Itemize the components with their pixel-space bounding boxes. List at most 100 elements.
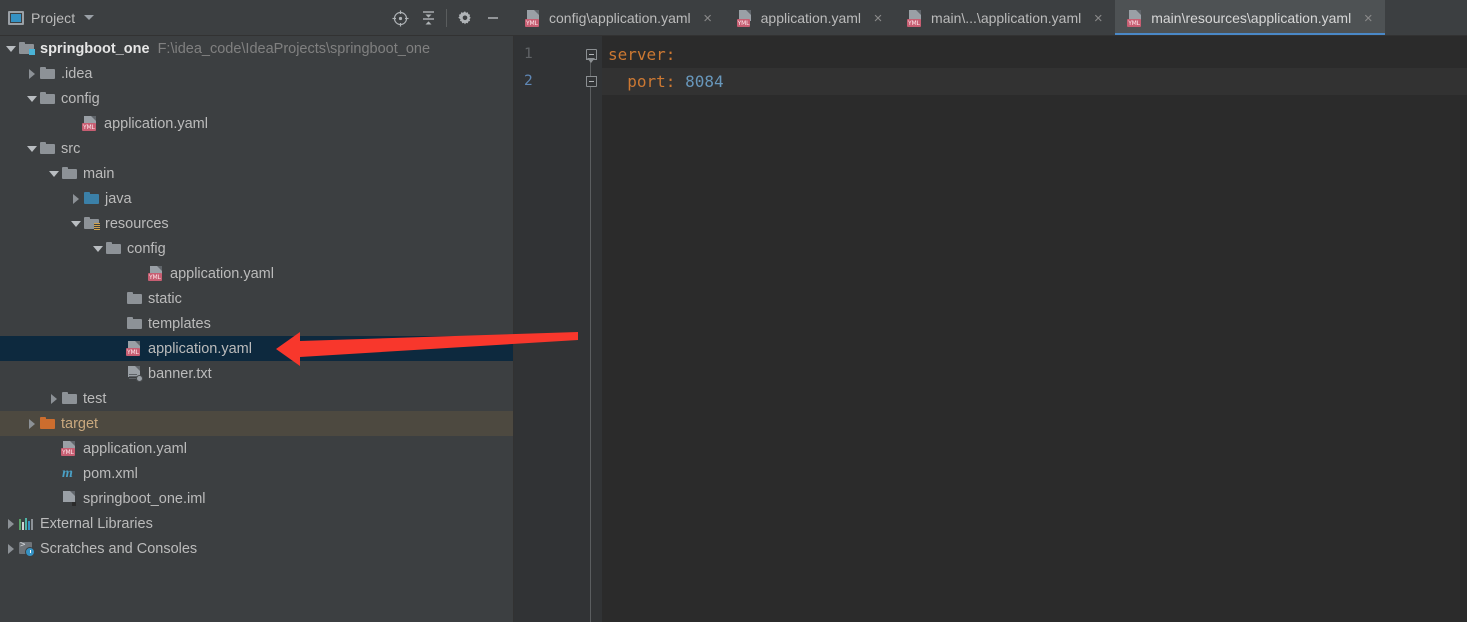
tree-node-label: banner.txt	[148, 365, 212, 382]
expand-twisty-icon[interactable]	[47, 161, 61, 186]
folder-icon	[105, 240, 123, 257]
expand-twisty-icon[interactable]	[47, 386, 61, 411]
yml-file-icon: YML	[82, 115, 100, 132]
tree-row-target[interactable]: target	[0, 411, 513, 436]
expand-twisty-icon[interactable]	[4, 36, 18, 61]
expand-twisty-icon[interactable]	[69, 211, 83, 236]
tree-row-external-libraries[interactable]: External Libraries	[0, 511, 513, 536]
close-icon[interactable]: ×	[1362, 11, 1374, 26]
project-title-group[interactable]: Project	[8, 9, 95, 26]
code-folding-column[interactable]	[580, 36, 602, 622]
editor-gutter[interactable]: 1 2	[514, 36, 580, 622]
tree-node-label: java	[105, 190, 132, 207]
tree-row-project-root[interactable]: springboot_one F:\idea_code\IdeaProjects…	[0, 36, 513, 61]
minimize-icon[interactable]	[479, 4, 507, 32]
text-file-icon	[126, 365, 144, 382]
tree-row-idea[interactable]: .idea	[0, 61, 513, 86]
tree-row-main[interactable]: main	[0, 161, 513, 186]
tree-node-label: application.yaml	[148, 340, 252, 357]
tree-row-resources-config-application-yaml[interactable]: YML application.yaml	[0, 261, 513, 286]
fold-region-end-icon[interactable]	[580, 68, 602, 95]
yml-file-icon: YML	[736, 9, 753, 27]
twisty-placeholder	[68, 111, 82, 136]
locate-icon[interactable]	[386, 4, 414, 32]
expand-twisty-icon[interactable]	[69, 186, 83, 211]
tree-row-scratches-and-consoles[interactable]: Scratches and Consoles	[0, 536, 513, 561]
editor-tab-1[interactable]: YML application.yaml ×	[724, 0, 896, 35]
tree-node-label: application.yaml	[170, 265, 274, 282]
top-row: Project YML config\application.yaml × YM…	[0, 0, 1467, 36]
tree-row-resources[interactable]: resources	[0, 211, 513, 236]
yml-file-icon: YML	[525, 9, 541, 27]
editor-tab-bar: YML config\application.yaml × YML applic…	[513, 0, 1467, 36]
twisty-placeholder	[112, 286, 126, 311]
tree-row-static[interactable]: static	[0, 286, 513, 311]
toolbar-separator	[446, 9, 447, 27]
yml-file-icon: YML	[148, 265, 166, 282]
line-number: 1	[524, 46, 533, 62]
yaml-key: port	[608, 72, 666, 91]
editor-text-area[interactable]: server: port: 8084	[602, 36, 1467, 622]
excluded-folder-icon	[39, 415, 57, 432]
tree-row-test[interactable]: test	[0, 386, 513, 411]
iml-file-icon	[61, 490, 79, 507]
chevron-down-icon[interactable]	[84, 15, 95, 20]
expand-twisty-icon[interactable]	[25, 61, 39, 86]
project-tree[interactable]: springboot_one F:\idea_code\IdeaProjects…	[0, 36, 513, 622]
tree-node-label: static	[148, 290, 182, 307]
yaml-key: server	[608, 45, 666, 64]
tree-row-resources-config[interactable]: config	[0, 236, 513, 261]
tree-row-src[interactable]: src	[0, 136, 513, 161]
tree-row-config[interactable]: config	[0, 86, 513, 111]
tree-row-config-application-yaml[interactable]: YML application.yaml	[0, 111, 513, 136]
editor-tab-0[interactable]: YML config\application.yaml ×	[513, 0, 725, 35]
yml-file-icon: YML	[61, 440, 79, 457]
tree-row-resources-application-yaml-selected[interactable]: YML application.yaml	[0, 336, 513, 361]
yaml-punct: :	[665, 72, 686, 91]
folder-icon	[126, 315, 144, 332]
tree-row-banner-txt[interactable]: banner.txt	[0, 361, 513, 386]
close-icon[interactable]: ×	[702, 11, 714, 26]
tree-row-iml[interactable]: springboot_one.iml	[0, 486, 513, 511]
folder-icon	[126, 290, 144, 307]
folder-icon	[39, 140, 57, 157]
yaml-punct: :	[665, 45, 676, 64]
close-icon[interactable]: ×	[872, 11, 884, 26]
editor-tab-3-active[interactable]: YML main\resources\application.yaml ×	[1115, 0, 1386, 35]
project-window-icon	[8, 10, 24, 25]
tree-row-pom-xml[interactable]: m pom.xml	[0, 461, 513, 486]
gear-icon[interactable]	[451, 4, 479, 32]
tree-node-label: test	[83, 390, 107, 407]
tree-node-label: springboot_one.iml	[83, 490, 206, 507]
close-icon[interactable]: ×	[1092, 11, 1104, 26]
source-folder-icon	[83, 190, 101, 207]
fold-region-start-icon[interactable]	[580, 41, 602, 68]
expand-twisty-icon[interactable]	[4, 536, 18, 561]
tree-node-label: config	[61, 90, 100, 107]
collapse-all-icon[interactable]	[414, 4, 442, 32]
idea-window: Project YML config\application.yaml × YM…	[0, 0, 1467, 622]
tree-row-templates[interactable]: templates	[0, 311, 513, 336]
libraries-icon	[18, 515, 36, 532]
tree-node-label: pom.xml	[83, 465, 138, 482]
expand-twisty-icon[interactable]	[25, 86, 39, 111]
editor-tab-label: application.yaml	[760, 10, 862, 26]
code-editor[interactable]: 1 2 server: port: 8084	[514, 36, 1467, 622]
twisty-placeholder	[47, 461, 61, 486]
tree-node-label: application.yaml	[83, 440, 187, 457]
tree-row-root-application-yaml[interactable]: YML application.yaml	[0, 436, 513, 461]
scratches-icon	[18, 540, 36, 557]
expand-twisty-icon[interactable]	[25, 411, 39, 436]
expand-twisty-icon[interactable]	[91, 236, 105, 261]
folder-icon	[61, 390, 79, 407]
expand-twisty-icon[interactable]	[4, 511, 18, 536]
project-toolbar	[386, 0, 507, 36]
editor-tab-label: config\application.yaml	[549, 10, 691, 26]
yml-file-icon: YML	[126, 340, 144, 357]
tree-node-label: springboot_one	[40, 40, 150, 57]
expand-twisty-icon[interactable]	[25, 136, 39, 161]
editor-tab-2[interactable]: YML main\...\application.yaml ×	[895, 0, 1116, 35]
tree-node-label: application.yaml	[104, 115, 208, 132]
tree-row-java[interactable]: java	[0, 186, 513, 211]
project-tool-window-title: Project	[31, 9, 76, 26]
